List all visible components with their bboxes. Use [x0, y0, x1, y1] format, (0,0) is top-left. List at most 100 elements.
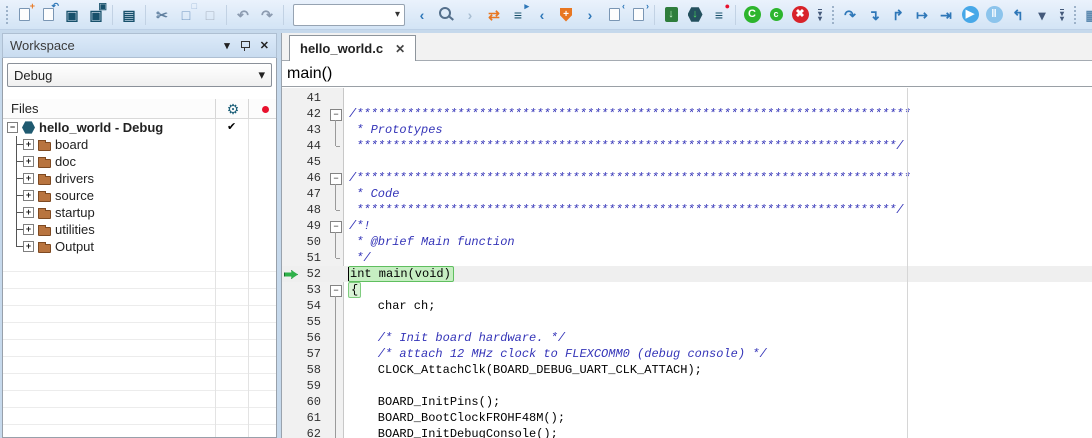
fold-marker[interactable]	[328, 314, 344, 330]
break-icon[interactable]: ‖	[983, 3, 1005, 27]
save-icon[interactable]: ▣	[61, 3, 83, 27]
breakpoint-margin[interactable]	[282, 202, 290, 218]
code-line[interactable]: 48 *************************************…	[282, 202, 1092, 218]
toolbar-grip[interactable]	[1071, 3, 1079, 27]
tree-item-startup[interactable]: + startup	[3, 204, 276, 221]
breakpoint-margin[interactable]	[282, 426, 290, 438]
code-line[interactable]: 49 /*!	[282, 218, 1092, 234]
tree-item-project[interactable]: − hello_world - Debug ✔	[3, 119, 276, 136]
fold-marker[interactable]	[328, 154, 344, 170]
build-config-dropdown[interactable]: Debug ▾	[7, 63, 272, 87]
batch-build-icon[interactable]: ≡ ●	[708, 3, 730, 27]
breakpoint-margin[interactable]	[282, 282, 290, 298]
chevron-down-icon[interactable]: ▾	[224, 39, 230, 52]
tree-expander-icon[interactable]: +	[23, 224, 34, 235]
breakpoint-margin[interactable]	[282, 314, 290, 330]
fold-marker[interactable]	[328, 186, 344, 202]
make-icon[interactable]: ↓	[660, 3, 682, 27]
stop-build-icon[interactable]: ✖	[789, 3, 811, 27]
save-all-icon[interactable]: ▣ ▣	[85, 3, 107, 27]
code-line[interactable]: 54 char ch;	[282, 298, 1092, 314]
find-icon[interactable]	[435, 3, 457, 27]
reset-options-chevron-icon[interactable]: ▾	[1031, 3, 1053, 27]
breakpoint-margin[interactable]	[282, 394, 290, 410]
fold-marker[interactable]	[328, 122, 344, 138]
fold-marker[interactable]	[328, 330, 344, 346]
redo-icon[interactable]: ↷	[256, 3, 278, 27]
switch-header-source-icon[interactable]: ⇄	[483, 3, 505, 27]
fold-marker[interactable]	[328, 106, 344, 122]
tree-expander-icon[interactable]: +	[23, 173, 34, 184]
tree-item-doc[interactable]: + doc	[3, 153, 276, 170]
pin-icon[interactable]	[240, 39, 250, 52]
previous-bookmark-icon[interactable]: ‹	[531, 3, 553, 27]
tree-expander-icon[interactable]: +	[23, 190, 34, 201]
download-and-debug-icon[interactable]: C	[741, 3, 763, 27]
open-document-icon[interactable]: ↶	[37, 3, 59, 27]
breakpoint-margin[interactable]	[282, 266, 290, 282]
tree-item-utilities[interactable]: + utilities	[3, 221, 276, 238]
navigate-forward-icon[interactable]: ›	[459, 3, 481, 27]
breakpoint-margin[interactable]	[282, 362, 290, 378]
tree-expander-icon[interactable]: +	[23, 156, 34, 167]
code-line[interactable]: 50 * @brief Main function	[282, 234, 1092, 250]
step-into-icon[interactable]: ↴	[863, 3, 885, 27]
code-line[interactable]: 53 {	[282, 282, 1092, 298]
code-area[interactable]: 41 42 /*********************************…	[282, 88, 1092, 438]
navigate-backward-icon[interactable]: ‹	[411, 3, 433, 27]
tree-expander-icon[interactable]: +	[23, 241, 34, 252]
next-document-icon[interactable]: ›	[627, 3, 649, 27]
fold-marker[interactable]	[328, 170, 344, 186]
workspace-close-icon[interactable]: ✕	[260, 39, 269, 52]
new-document-icon[interactable]: +	[13, 3, 35, 27]
quick-search-combobox[interactable]	[293, 4, 405, 26]
breakpoint-margin[interactable]	[282, 234, 290, 250]
reset-icon[interactable]: ↰	[1007, 3, 1029, 27]
next-bookmark-icon[interactable]: ›	[579, 3, 601, 27]
previous-document-icon[interactable]: ‹	[603, 3, 625, 27]
gear-icon[interactable]: ⚙	[222, 100, 244, 118]
breakpoint-margin[interactable]	[282, 346, 290, 362]
breakpoint-margin[interactable]	[282, 122, 290, 138]
next-statement-icon[interactable]: ↦	[911, 3, 933, 27]
tree-item-source[interactable]: + source	[3, 187, 276, 204]
go-icon[interactable]: ▶	[959, 3, 981, 27]
copy-icon[interactable]: □ □	[175, 3, 197, 27]
step-over-icon[interactable]: ↷	[839, 3, 861, 27]
tree-item-board[interactable]: + board	[3, 136, 276, 153]
breakpoint-margin[interactable]	[282, 138, 290, 154]
code-line[interactable]: 47 * Code	[282, 186, 1092, 202]
code-line[interactable]: 44 *************************************…	[282, 138, 1092, 154]
breakpoint-margin[interactable]	[282, 378, 290, 394]
go-to-function-icon[interactable]: ≡ ▸	[507, 3, 529, 27]
code-line[interactable]: 51 */	[282, 250, 1092, 266]
fold-marker[interactable]	[328, 410, 344, 426]
breakpoint-margin[interactable]	[282, 250, 290, 266]
code-line[interactable]: 56 /* Init board hardware. */	[282, 330, 1092, 346]
paste-icon[interactable]: □	[199, 3, 221, 27]
breakpoint-margin[interactable]	[282, 106, 290, 122]
breakpoint-margin[interactable]	[282, 170, 290, 186]
breakpoint-margin[interactable]	[282, 218, 290, 234]
fold-marker[interactable]	[328, 378, 344, 394]
code-line[interactable]: 57 /* attach 12 MHz clock to FLEXCOMM0 (…	[282, 346, 1092, 362]
toolbar-overflow-icon[interactable]: ▾ ▾	[1055, 3, 1069, 27]
code-line[interactable]: 43 * Prototypes	[282, 122, 1092, 138]
cut-icon[interactable]: ✂	[151, 3, 173, 27]
toolbar-overflow-icon[interactable]: ▾ ▾	[813, 3, 827, 27]
fold-marker[interactable]	[328, 282, 344, 298]
tab-hello-world-c[interactable]: hello_world.c ✕	[289, 35, 416, 61]
code-line[interactable]: 60 BOARD_InitPins();	[282, 394, 1092, 410]
fold-marker[interactable]	[328, 218, 344, 234]
fold-marker[interactable]	[328, 426, 344, 438]
tree-expander-icon[interactable]: +	[23, 139, 34, 150]
breakpoint-margin[interactable]	[282, 186, 290, 202]
code-line[interactable]: 61 BOARD_BootClockFROHF48M();	[282, 410, 1092, 426]
code-line[interactable]: 41	[282, 90, 1092, 106]
breakpoint-margin[interactable]	[282, 298, 290, 314]
code-line[interactable]: 62 BOARD_InitDebugConsole();	[282, 426, 1092, 438]
fold-marker[interactable]	[328, 202, 344, 218]
code-line[interactable]: 46 /************************************…	[282, 170, 1092, 186]
fold-marker[interactable]	[328, 234, 344, 250]
fold-marker[interactable]	[328, 266, 344, 282]
